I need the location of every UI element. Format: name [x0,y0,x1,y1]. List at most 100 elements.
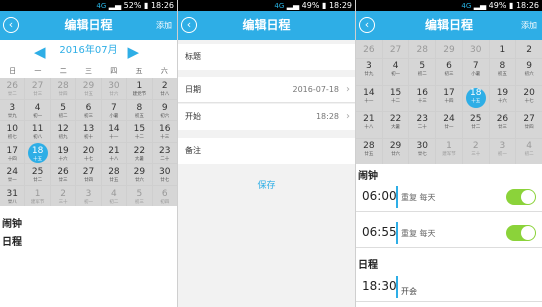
calendar-day[interactable]: 5 初二 [409,59,436,85]
calendar-day[interactable]: 3 廿九 [0,99,25,120]
calendar-day[interactable]: 29 廿五 [76,78,101,99]
calendar-day[interactable]: 2 [516,40,542,58]
calendar-day[interactable]: 19 十六 [50,142,76,163]
calendar-day[interactable]: 1 [489,40,516,58]
day-number: 8 [136,102,143,113]
calendar-day[interactable]: 20 十七 [76,142,101,163]
calendar-day[interactable]: 8 初五 [489,59,516,85]
calendar-day[interactable]: 24 廿一 [436,112,462,138]
calendar-day[interactable]: 30 廿七 [152,164,177,185]
day-number: 13 [82,124,95,134]
calendar-day[interactable]: 19 十六 [489,85,516,111]
calendar-day[interactable]: 9 初六 [516,59,542,85]
calendar-day[interactable]: 11 初八 [25,121,50,142]
lunar-date: 廿三 [497,125,507,130]
calendar-day[interactable]: 28 [409,40,436,58]
calendar-day-selected[interactable]: 18 十五 [25,142,50,163]
calendar-day[interactable]: 4 初二 [516,138,542,164]
lunar-date: 十五 [471,98,481,104]
calendar-day[interactable]: 3 初一 [489,138,516,164]
lunar-date: 小暑 [471,72,481,77]
calendar-day[interactable]: 9 初六 [152,99,177,120]
calendar-day[interactable]: 15 十二 [127,121,152,142]
calendar-day[interactable]: 4 初一 [382,59,409,85]
save-button[interactable]: 保存 [178,178,355,191]
calendar-day[interactable]: 2 三十 [462,138,489,164]
calendar-day[interactable]: 30 廿六 [101,78,127,99]
start-row[interactable]: 开始 18:28 › [178,104,355,130]
calendar-day[interactable]: 5 初三 [127,185,152,206]
date-row[interactable]: 日期 2016-07-18 › [178,77,355,103]
title-input[interactable]: 标题 [178,44,355,70]
calendar-day[interactable]: 25 廿二 [462,112,489,138]
calendar-day[interactable]: 27 [382,40,409,58]
lunar-date: 初五 [134,113,144,119]
calendar-day[interactable]: 28 廿四 [50,78,76,99]
note-input[interactable]: 备注 [178,138,355,164]
calendar-day[interactable]: 6 初四 [152,185,177,206]
calendar-day[interactable]: 13 初十 [76,121,101,142]
calendar-day[interactable]: 3 廿九 [356,59,382,85]
calendar-day[interactable]: 14 十一 [356,85,382,111]
day-number: 18 [31,145,44,156]
schedule-item[interactable]: 18:30 开会 [356,272,542,302]
calendar-day[interactable]: 26 廿三 [489,112,516,138]
calendar-day[interactable]: 7 小暑 [101,99,127,120]
calendar-day[interactable]: 17 十四 [436,85,462,111]
calendar-day[interactable]: 21 十八 [101,142,127,163]
calendar-day[interactable]: 16 十三 [152,121,177,142]
calendar-day[interactable]: 21 十八 [356,112,382,138]
add-button[interactable]: 添加 [521,11,537,40]
calendar-day[interactable]: 31 廿八 [0,185,25,206]
calendar-day[interactable]: 28 廿五 [101,164,127,185]
calendar-day[interactable]: 29 廿六 [127,164,152,185]
alarm-toggle[interactable] [506,225,536,241]
day-number: 26 [496,114,509,124]
calendar-day[interactable]: 24 廿一 [0,164,25,185]
calendar-day[interactable]: 29 廿六 [382,138,409,164]
calendar-day-selected[interactable]: 18 十五 [462,85,489,111]
calendar-day[interactable]: 2 三十 [50,185,76,206]
calendar-day[interactable]: 29 [436,40,462,58]
next-month-icon[interactable]: ▶ [127,43,139,61]
calendar-day[interactable]: 16 十三 [409,85,436,111]
calendar-day[interactable]: 28 廿五 [356,138,382,164]
calendar-day[interactable]: 30 [462,40,489,58]
calendar-day[interactable]: 3 初一 [76,185,101,206]
calendar-day[interactable]: 15 十二 [382,85,409,111]
calendar-day[interactable]: 23 二十 [152,142,177,163]
calendar-day[interactable]: 14 十一 [101,121,127,142]
alarm-item[interactable]: 06:00 重复 每天 [356,182,542,212]
calendar-day[interactable]: 25 廿二 [25,164,50,185]
alarm-toggle[interactable] [506,189,536,205]
calendar-day[interactable]: 7 小暑 [462,59,489,85]
chevron-right-icon: › [346,111,350,122]
alarm-item[interactable]: 06:55 重复 每天 [356,218,542,248]
calendar-day[interactable]: 27 廿四 [76,164,101,185]
calendar-day[interactable]: 30 廿七 [409,138,436,164]
calendar-day[interactable]: 4 初一 [25,99,50,120]
calendar-day[interactable]: 27 廿四 [516,112,542,138]
calendar-day[interactable]: 6 初三 [436,59,462,85]
calendar-day[interactable]: 8 初五 [127,99,152,120]
calendar-day[interactable]: 26 [356,40,382,58]
calendar-day[interactable]: 20 十七 [516,85,542,111]
calendar-day[interactable]: 23 二十 [409,112,436,138]
calendar-day[interactable]: 10 初七 [0,121,25,142]
calendar-day[interactable]: 5 初二 [50,99,76,120]
calendar-day[interactable]: 26 廿二 [0,78,25,99]
calendar-day[interactable]: 27 廿三 [25,78,50,99]
day-number: 29 [133,167,146,177]
add-button[interactable]: 添加 [156,11,172,40]
calendar-day[interactable]: 6 初三 [76,99,101,120]
calendar-day[interactable]: 4 初二 [101,185,127,206]
calendar-day[interactable]: 17 十四 [0,142,25,163]
calendar-day[interactable]: 26 廿三 [50,164,76,185]
calendar-day[interactable]: 1 建军节 [436,138,462,164]
calendar-day[interactable]: 2 廿八 [152,78,177,99]
calendar-day[interactable]: 12 初九 [50,121,76,142]
calendar-day[interactable]: 22 大暑 [382,112,409,138]
calendar-day[interactable]: 1 建党节 [127,78,152,99]
calendar-day[interactable]: 1 建军节 [25,185,50,206]
calendar-day[interactable]: 22 大暑 [127,142,152,163]
